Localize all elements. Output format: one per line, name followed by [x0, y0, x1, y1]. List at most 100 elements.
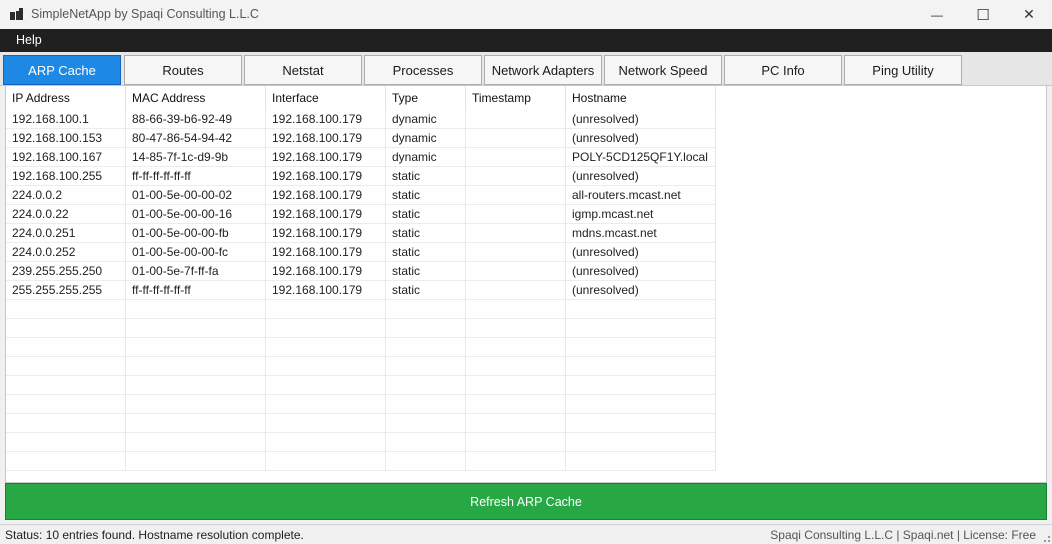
table-row[interactable]: 224.0.0.22 01-00-5e-00-00-16 192.168.100.1…	[6, 205, 716, 224]
cell-hostname: mdns.mcast.net	[566, 224, 716, 243]
cell-hostname: POLY-5CD125QF1Y.local	[566, 148, 716, 167]
tab-arp-cache[interactable]: ARP Cache	[3, 55, 121, 85]
empty-table-row	[6, 338, 716, 357]
cell-hostname	[566, 414, 716, 433]
column-header-timestamp[interactable]: Timestamp	[466, 86, 566, 110]
cell-type: static	[386, 205, 466, 224]
cell-mac-address: ff-ff-ff-ff-ff-ff	[126, 281, 266, 300]
maximize-button[interactable]: ☐	[960, 0, 1006, 29]
app-icon	[10, 8, 23, 20]
cell-mac-address	[126, 433, 266, 452]
refresh-arp-cache-button[interactable]: Refresh ARP Cache	[5, 483, 1047, 520]
table-row[interactable]: 224.0.0.252 01-00-5e-00-00-fc 192.168.100.…	[6, 243, 716, 262]
table-row[interactable]: 192.168.100.1 88-66-39-b6-92-49 192.168.10…	[6, 110, 716, 129]
empty-table-row	[6, 319, 716, 338]
tab-network-adapters[interactable]: Network Adapters	[484, 55, 602, 85]
cell-interface	[266, 433, 386, 452]
cell-type: static	[386, 167, 466, 186]
cell-timestamp	[466, 414, 566, 433]
cell-type	[386, 357, 466, 376]
cell-ip-address: 224.0.0.2	[6, 186, 126, 205]
table-row[interactable]: 224.0.0.2 01-00-5e-00-00-02 192.168.100.17…	[6, 186, 716, 205]
arp-table[interactable]: IP Address MAC Address Interface Type Ti…	[5, 86, 1047, 483]
cell-hostname: (unresolved)	[566, 243, 716, 262]
cell-mac-address	[126, 357, 266, 376]
cell-interface	[266, 357, 386, 376]
cell-timestamp	[466, 395, 566, 414]
status-bar: Status: 10 entries found. Hostname resol…	[0, 524, 1052, 544]
cell-ip-address	[6, 376, 126, 395]
cell-timestamp	[466, 224, 566, 243]
table-row[interactable]: 239.255.255.250 01-00-5e-7f-ff-fa 192.168.…	[6, 262, 716, 281]
cell-ip-address: 224.0.0.251	[6, 224, 126, 243]
cell-type: static	[386, 262, 466, 281]
cell-timestamp	[466, 357, 566, 376]
cell-ip-address: 192.168.100.1	[6, 110, 126, 129]
cell-type: static	[386, 224, 466, 243]
resize-grip-icon[interactable]	[1040, 532, 1050, 542]
column-header-hostname[interactable]: Hostname	[566, 86, 716, 110]
cell-timestamp	[466, 281, 566, 300]
column-header-interface[interactable]: Interface	[266, 86, 386, 110]
tab-ping-utility[interactable]: Ping Utility	[844, 55, 962, 85]
close-button[interactable]: ✕	[1006, 0, 1052, 29]
cell-type	[386, 300, 466, 319]
cell-interface	[266, 395, 386, 414]
cell-type: dynamic	[386, 110, 466, 129]
minimize-button[interactable]: —	[914, 0, 960, 29]
cell-mac-address	[126, 452, 266, 471]
cell-hostname: (unresolved)	[566, 167, 716, 186]
cell-timestamp	[466, 319, 566, 338]
cell-interface	[266, 452, 386, 471]
status-text: Status: 10 entries found. Hostname resol…	[5, 528, 304, 542]
cell-hostname	[566, 357, 716, 376]
title-bar: SimpleNetApp by Spaqi Consulting L.L.C —…	[0, 0, 1052, 29]
empty-table-row	[6, 433, 716, 452]
cell-type	[386, 414, 466, 433]
cell-interface: 192.168.100.179	[266, 205, 386, 224]
cell-type	[386, 433, 466, 452]
cell-hostname	[566, 300, 716, 319]
cell-timestamp	[466, 148, 566, 167]
cell-interface: 192.168.100.179	[266, 224, 386, 243]
minimize-icon: —	[931, 7, 943, 22]
table-row[interactable]: 192.168.100.153 80-47-86-54-94-42 192.168.…	[6, 129, 716, 148]
empty-table-row	[6, 376, 716, 395]
cell-type	[386, 319, 466, 338]
column-header-type[interactable]: Type	[386, 86, 466, 110]
column-header-mac-address[interactable]: MAC Address	[126, 86, 266, 110]
cell-ip-address	[6, 300, 126, 319]
menu-bar: Help	[0, 29, 1052, 52]
cell-type: static	[386, 281, 466, 300]
column-header-ip-address[interactable]: IP Address	[6, 86, 126, 110]
table-row[interactable]: 224.0.0.251 01-00-5e-00-00-fb 192.168.100.…	[6, 224, 716, 243]
cell-hostname	[566, 452, 716, 471]
cell-hostname	[566, 376, 716, 395]
table-row[interactable]: 255.255.255.255 ff-ff-ff-ff-ff-ff 192.168.…	[6, 281, 716, 300]
cell-ip-address	[6, 414, 126, 433]
cell-ip-address: 224.0.0.252	[6, 243, 126, 262]
cell-ip-address: 224.0.0.22	[6, 205, 126, 224]
table-row[interactable]: 192.168.100.255 ff-ff-ff-ff-ff-ff 192.168.…	[6, 167, 716, 186]
cell-ip-address	[6, 319, 126, 338]
cell-interface	[266, 300, 386, 319]
table-row[interactable]: 192.168.100.167 14-85-7f-1c-d9-9b 192.168.…	[6, 148, 716, 167]
cell-type	[386, 376, 466, 395]
menu-help[interactable]: Help	[8, 29, 50, 52]
cell-timestamp	[466, 300, 566, 319]
tab-network-speed[interactable]: Network Speed	[604, 55, 722, 85]
cell-type	[386, 338, 466, 357]
maximize-icon: ☐	[976, 6, 990, 24]
cell-interface: 192.168.100.179	[266, 186, 386, 205]
tab-pc-info[interactable]: PC Info	[724, 55, 842, 85]
cell-interface: 192.168.100.179	[266, 281, 386, 300]
company-license-text: Spaqi Consulting L.L.C | Spaqi.net | Lic…	[770, 528, 1036, 542]
tab-netstat[interactable]: Netstat	[244, 55, 362, 85]
tab-processes[interactable]: Processes	[364, 55, 482, 85]
cell-interface	[266, 414, 386, 433]
cell-ip-address: 192.168.100.255	[6, 167, 126, 186]
cell-mac-address: 88-66-39-b6-92-49	[126, 110, 266, 129]
cell-ip-address	[6, 433, 126, 452]
cell-hostname: (unresolved)	[566, 262, 716, 281]
tab-routes[interactable]: Routes	[124, 55, 242, 85]
